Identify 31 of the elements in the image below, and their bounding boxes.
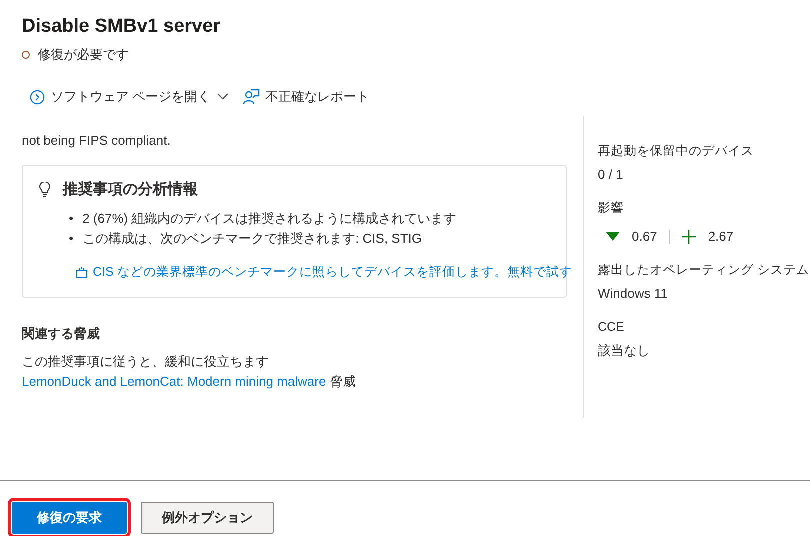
panel-title: Disable SMBv1 server xyxy=(22,15,222,39)
bullet-marker: • xyxy=(69,210,74,228)
related-threats-text: この推奨事項に従うと、緩和に役立ちます LemonDuck and LemonCat: Modern mining malware 脅威 xyxy=(22,352,357,391)
status-circle-icon xyxy=(22,51,30,59)
detail-value: 該当なし xyxy=(598,342,651,360)
lightbulb-icon xyxy=(39,182,51,198)
detail-label: 再起動を保留中のデバイス xyxy=(598,143,755,160)
detail-label: CCE xyxy=(598,319,626,336)
detail-value: Windows 11 xyxy=(598,285,669,303)
related-threats-heading: 関連する脅威 xyxy=(22,324,101,343)
exception-options-button[interactable]: 例外オプション xyxy=(141,502,274,534)
detail-label: 露出したオペレーティング システム xyxy=(598,262,810,279)
person-feedback-icon xyxy=(242,89,260,105)
detail-label: 影響 xyxy=(598,200,625,217)
triangle-down-icon xyxy=(606,232,620,241)
insight-bullet: 2 (67%) 組織内のデバイスは推奨されるように構成されています xyxy=(82,210,457,228)
status-text: 修復が必要です xyxy=(38,46,129,64)
detail-value: 0 / 1 xyxy=(598,166,624,184)
bullet-marker: • xyxy=(69,230,74,248)
benchmark-trial-link[interactable]: CIS などの業界標準のベンチマークに照らしてデバイスを評価します。無料で試す xyxy=(76,262,572,282)
insights-title: 推奨事項の分析情報 xyxy=(63,180,198,199)
description-text: not being FIPS compliant. xyxy=(22,132,172,150)
report-button[interactable]: 不正確なレポート xyxy=(242,88,370,106)
open-software-page-button[interactable]: ソフトウェア ページを開く xyxy=(30,88,229,106)
chevron-down-icon xyxy=(216,93,229,101)
threat-link[interactable]: LemonDuck and LemonCat: Modern mining malware xyxy=(22,374,326,388)
score-value: 2.67 xyxy=(708,229,734,244)
exposure-value: 0.67 xyxy=(632,229,658,244)
circle-chevron-icon xyxy=(30,90,45,104)
insight-bullet: この構成は、次のベンチマークで推奨されます: CIS, STIG xyxy=(82,230,422,248)
plus-icon xyxy=(682,230,696,244)
